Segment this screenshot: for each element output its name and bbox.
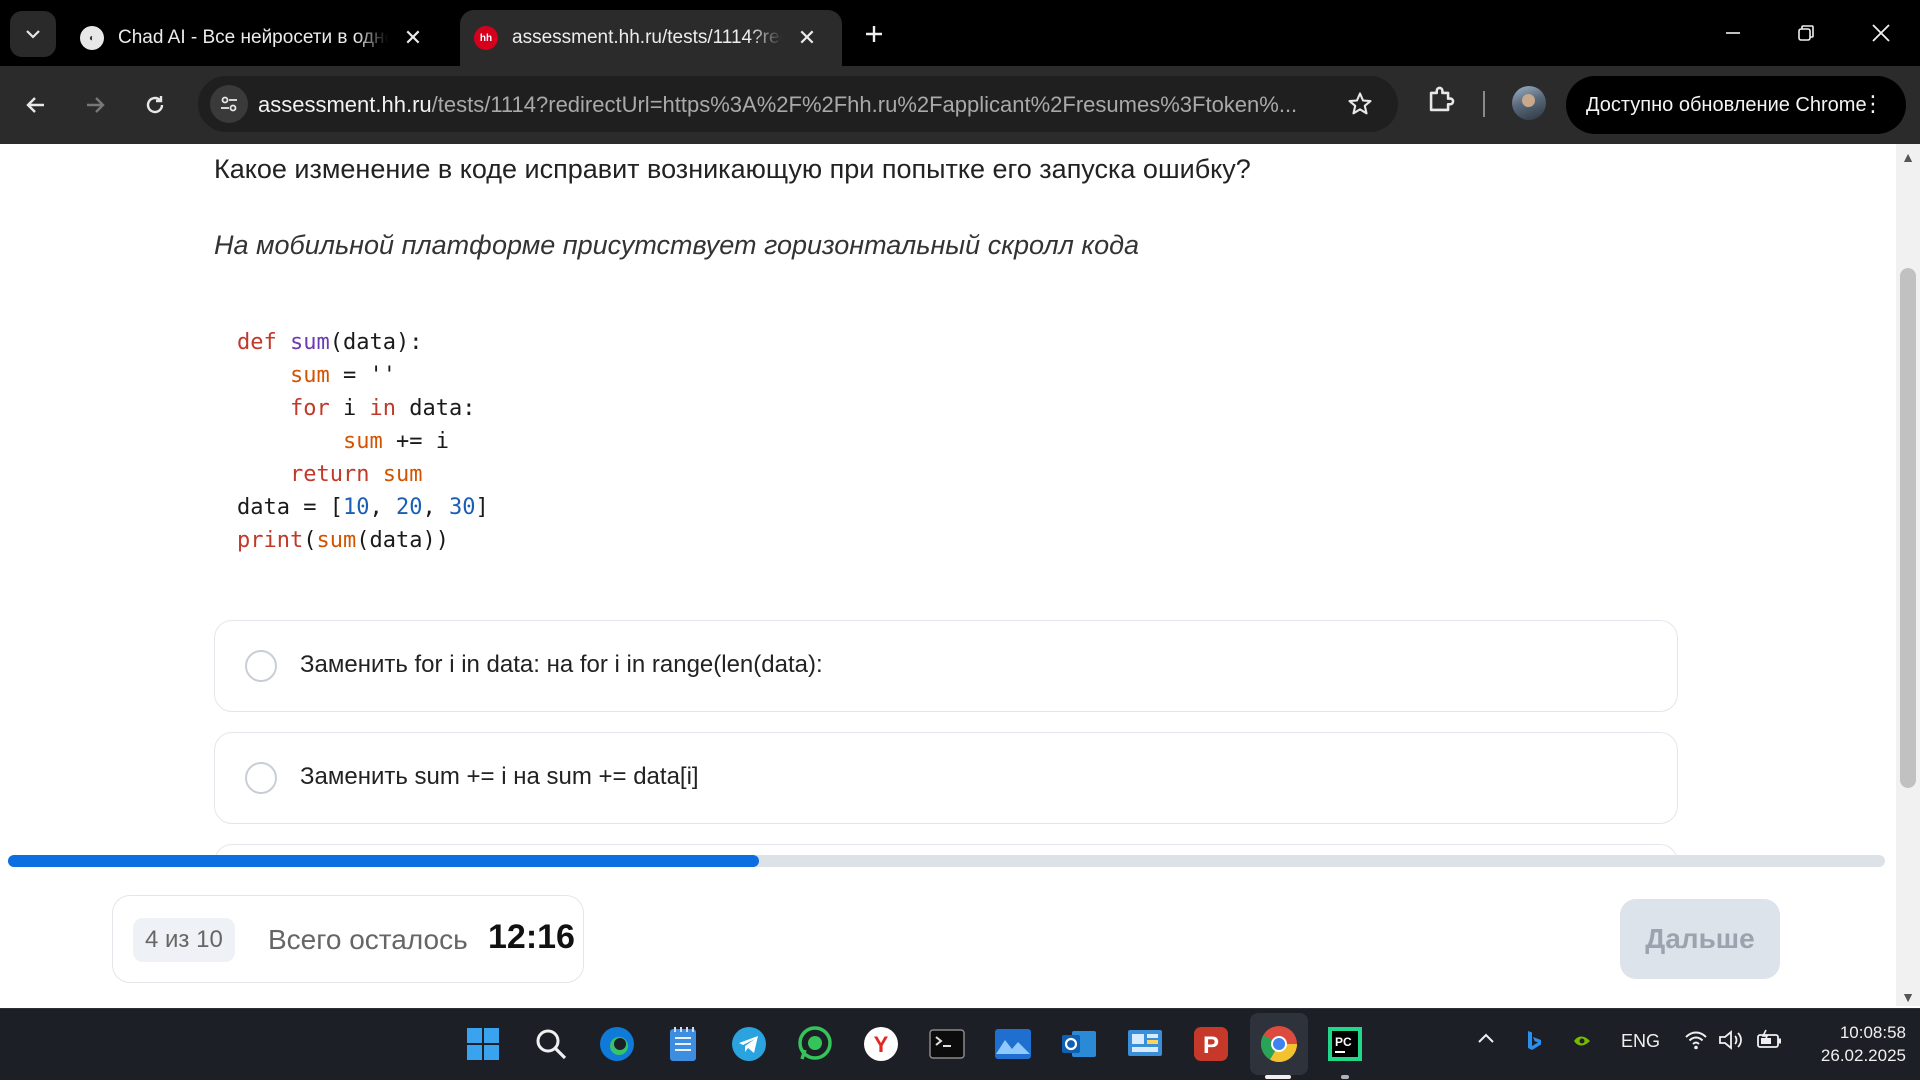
wifi-icon[interactable] (1684, 1029, 1708, 1056)
running-indicator (1265, 1075, 1291, 1079)
svg-text:Y: Y (874, 1032, 889, 1057)
code-block: def sum(data): sum = '' for i in data: s… (237, 326, 489, 557)
browser-tabstrip: ◐ Chad AI - Все нейросети в одном ✕ hh a… (0, 0, 1920, 66)
back-button[interactable] (14, 83, 58, 127)
system-clock[interactable]: 10:08:58 26.02.2025 (1806, 1021, 1906, 1067)
more-vertical-icon[interactable]: ⋮ (1862, 92, 1884, 116)
hh-icon: hh (474, 26, 498, 50)
next-button[interactable]: Дальше (1620, 899, 1780, 979)
chrome-icon[interactable] (1258, 1023, 1300, 1065)
bing-icon[interactable] (1524, 1029, 1544, 1058)
test-progress-bar (8, 855, 1885, 867)
arrow-left-icon (26, 97, 44, 113)
answer-option-label: Заменить sum += i на sum += data[i] (300, 763, 699, 790)
whatsapp-icon[interactable] (794, 1023, 836, 1065)
time-remaining-label: Всего осталось (268, 924, 468, 955)
notepad-icon[interactable] (662, 1023, 704, 1065)
url-text[interactable]: assessment.hh.ru/tests/1114?redirectUrl=… (258, 92, 1318, 118)
code-line: print(sum(data)) (237, 528, 449, 553)
url-path: /tests/1114?redirectUrl=https%3A%2F%2Fhh… (431, 92, 1298, 117)
question-text: Какое изменение в коде исправит возникаю… (214, 154, 1251, 184)
tab-search-button[interactable] (10, 11, 56, 57)
code-line: sum = '' (289, 363, 396, 388)
language-indicator[interactable]: ENG (1621, 1031, 1660, 1052)
url-host: assessment.hh.ru (258, 92, 432, 117)
puzzle-icon (1429, 86, 1455, 112)
chevron-down-icon (26, 30, 40, 39)
star-icon (1348, 92, 1372, 115)
tab-assessment[interactable]: hh assessment.hh.ru/tests/1114?redirectU… (460, 10, 842, 66)
terminal-icon[interactable] (926, 1023, 968, 1065)
svg-text:P: P (1203, 1032, 1219, 1059)
close-icon (1872, 24, 1890, 42)
question-counter: 4 из 10 (133, 918, 235, 962)
code-line: return sum (289, 462, 423, 487)
code-line: data = [10, 20, 30] (237, 495, 489, 520)
forward-button[interactable] (73, 83, 117, 127)
site-info-button[interactable] (210, 85, 248, 123)
answer-option-1[interactable]: Заменить for i in data: на for i in rang… (214, 620, 1678, 712)
answer-option-2[interactable]: Заменить sum += i на sum += data[i] (214, 732, 1678, 824)
telegram-icon[interactable] (728, 1023, 770, 1065)
close-icon[interactable]: ✕ (794, 25, 820, 51)
radio-button[interactable] (245, 762, 277, 794)
radio-button[interactable] (245, 650, 277, 682)
arrow-right-icon (87, 97, 105, 113)
question-hint: На мобильной платформе присутствует гори… (214, 230, 1140, 260)
answer-option-label: Заменить for i in data: на for i in rang… (300, 651, 823, 678)
running-indicator (1341, 1075, 1349, 1079)
scroll-down-arrow-icon[interactable]: ▼ (1896, 990, 1920, 1004)
tune-icon (221, 96, 237, 112)
minimize-button[interactable] (1710, 10, 1756, 56)
tab-title: assessment.hh.ru/tests/1114?redirectUrl (512, 27, 782, 48)
reload-button[interactable] (133, 83, 177, 127)
update-label: Доступно обновление Chrome (1586, 93, 1867, 116)
test-progress-fill (8, 855, 759, 867)
search-icon[interactable] (530, 1023, 572, 1065)
presentation-app-icon[interactable]: P (1190, 1023, 1232, 1065)
reload-icon (146, 96, 164, 114)
extensions-button[interactable] (1424, 83, 1458, 117)
address-bar[interactable]: assessment.hh.ru/tests/1114?redirectUrl=… (198, 76, 1398, 132)
start-icon[interactable] (462, 1023, 504, 1065)
photos-icon[interactable] (992, 1023, 1034, 1065)
scroll-up-arrow-icon[interactable]: ▲ (1896, 150, 1920, 164)
volume-icon[interactable] (1718, 1029, 1744, 1056)
close-icon[interactable]: ✕ (400, 25, 426, 51)
timer: 12:16 (488, 918, 575, 956)
windows-taskbar: Y P PC ENG 10:08:58 26.02.2025 (0, 1008, 1920, 1080)
page-scrollbar[interactable]: ▲ ▼ (1896, 144, 1920, 1006)
new-tab-button[interactable] (856, 16, 892, 52)
plus-icon (866, 26, 882, 42)
restore-button[interactable] (1783, 10, 1829, 56)
toolbar-divider (1483, 91, 1485, 117)
clock-time: 10:08:58 (1839, 1023, 1906, 1042)
close-window-button[interactable] (1858, 10, 1904, 56)
battery-icon[interactable] (1755, 1029, 1783, 1056)
scrollbar-thumb[interactable] (1900, 268, 1916, 788)
profile-avatar[interactable] (1512, 86, 1546, 120)
tray-overflow-chevron-icon[interactable] (1476, 1029, 1496, 1054)
test-status-card: 4 из 10 Всего осталось 12:16 (112, 895, 584, 983)
chad-ai-icon: ◐ (80, 26, 104, 50)
clock-date: 26.02.2025 (1820, 1046, 1906, 1065)
tab-title: Chad AI - Все нейросети в одном (118, 27, 388, 48)
nvidia-icon[interactable] (1570, 1031, 1594, 1056)
pycharm-icon[interactable]: PC (1324, 1023, 1366, 1065)
chrome-update-button[interactable]: Доступно обновление Chrome ⋮ (1566, 76, 1906, 134)
svg-text:PC: PC (1335, 1035, 1352, 1049)
minimize-icon (1726, 32, 1740, 34)
control-panel-icon[interactable] (1124, 1023, 1166, 1065)
code-line: for i in data: (289, 396, 476, 421)
bookmark-button[interactable] (1346, 90, 1374, 118)
restore-icon (1798, 25, 1814, 41)
tab-chad-ai[interactable]: ◐ Chad AI - Все нейросети в одном ✕ (66, 10, 450, 66)
yandex-browser-icon[interactable]: Y (860, 1023, 902, 1065)
outlook-icon[interactable] (1058, 1023, 1100, 1065)
code-line: def sum(data): (237, 330, 423, 355)
code-line: sum += i (342, 429, 449, 454)
edge-icon[interactable] (596, 1023, 638, 1065)
